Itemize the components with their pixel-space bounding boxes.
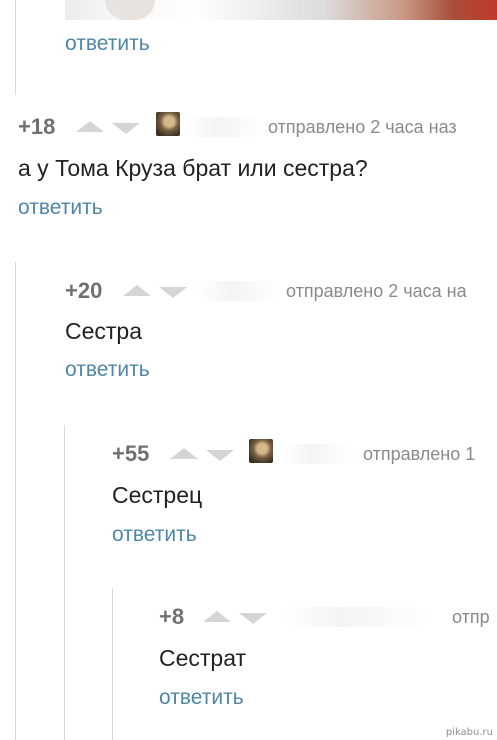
upvote-icon[interactable] bbox=[76, 121, 104, 132]
reply-link[interactable]: ответить bbox=[65, 32, 150, 56]
avatar[interactable] bbox=[249, 439, 273, 463]
comment-rating: +55 bbox=[112, 441, 150, 466]
comment: +18 отправлено 2 часа наз а у Тома Круза… bbox=[18, 112, 497, 224]
watermark: pikabu.ru bbox=[445, 727, 493, 738]
avatar[interactable] bbox=[156, 112, 180, 136]
comment-text: Сестрат bbox=[159, 645, 247, 671]
upvote-icon[interactable] bbox=[203, 611, 231, 622]
username[interactable] bbox=[186, 117, 262, 137]
thread-line bbox=[112, 588, 113, 740]
post-image-fragment bbox=[65, 0, 497, 20]
downvote-icon[interactable] bbox=[239, 613, 267, 624]
downvote-icon[interactable] bbox=[206, 450, 234, 461]
username[interactable] bbox=[197, 281, 283, 301]
reply-link[interactable]: ответить bbox=[159, 686, 244, 710]
thread-line bbox=[15, 262, 16, 740]
upvote-icon[interactable] bbox=[170, 448, 198, 459]
sent-time: отправлено 2 часа наз bbox=[268, 117, 457, 137]
comment-rating: +18 bbox=[18, 114, 56, 139]
reply-link[interactable]: ответить bbox=[18, 196, 103, 220]
sent-time: отпр bbox=[452, 607, 490, 627]
thread-line bbox=[15, 0, 16, 95]
upvote-icon[interactable] bbox=[123, 285, 151, 296]
comment-rating: +8 bbox=[159, 604, 185, 629]
comment-text: Сестрец bbox=[112, 482, 203, 508]
comment-meta: +8 отпр bbox=[159, 604, 497, 630]
comment-meta: +20 отправлено 2 часа на bbox=[65, 278, 497, 304]
username[interactable] bbox=[280, 444, 356, 464]
reply-link[interactable]: ответить bbox=[112, 523, 197, 547]
comment-text: а у Тома Круза брат или сестра? bbox=[18, 155, 368, 181]
comment: +55 отправлено 1 Сестрец ответить bbox=[112, 439, 497, 551]
comment-meta: +18 отправлено 2 часа наз bbox=[18, 112, 497, 140]
comment-rating: +20 bbox=[65, 278, 103, 303]
comment-meta: +55 отправлено 1 bbox=[112, 439, 497, 467]
downvote-icon[interactable] bbox=[159, 287, 187, 298]
downvote-icon[interactable] bbox=[112, 123, 140, 134]
sent-time: отправлено 2 часа на bbox=[286, 281, 467, 301]
thread-line bbox=[64, 425, 65, 740]
comment-text: Сестра bbox=[65, 318, 143, 344]
reply-link[interactable]: ответить bbox=[65, 358, 150, 382]
username[interactable] bbox=[281, 607, 431, 627]
comment: +8 отпр Сестрат ответить bbox=[159, 604, 497, 714]
sent-time: отправлено 1 bbox=[363, 444, 476, 464]
comment: +20 отправлено 2 часа на Сестра ответить bbox=[65, 278, 497, 388]
